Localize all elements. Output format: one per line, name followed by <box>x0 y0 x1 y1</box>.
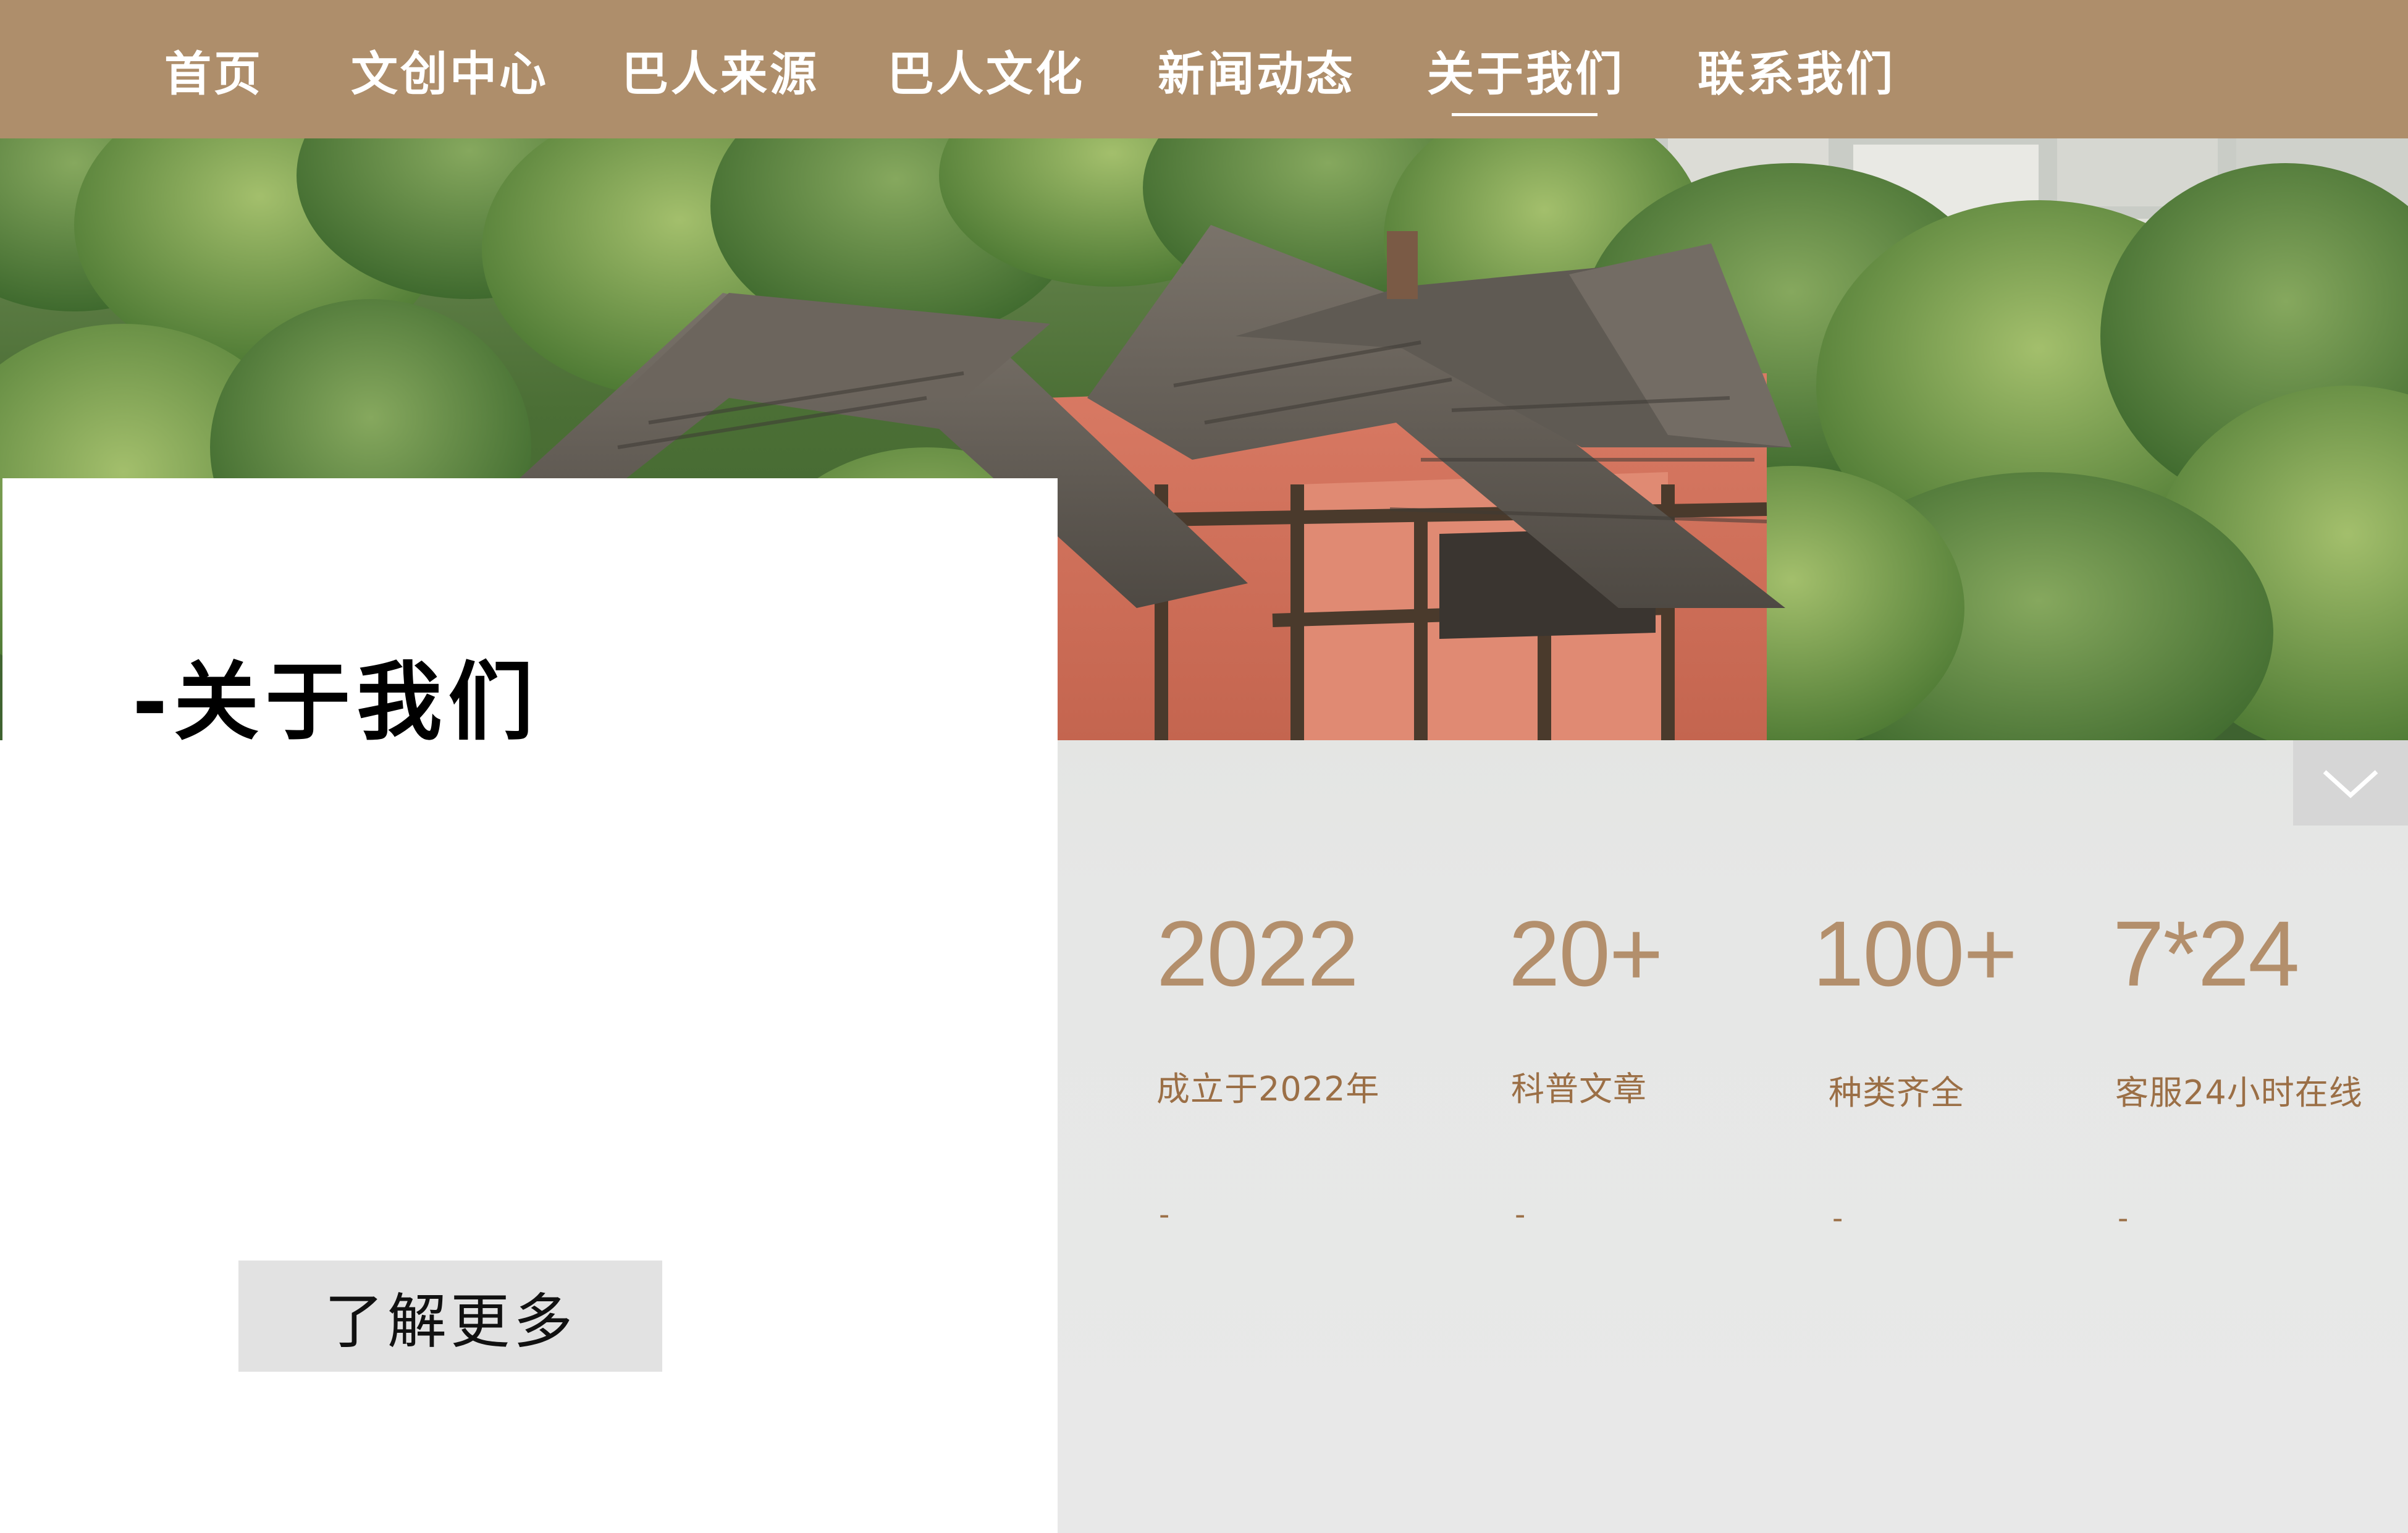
about-title: -关于我们 <box>132 652 540 752</box>
nav-item-contact-us[interactable]: 联系我们 <box>1698 36 1895 104</box>
stats-panel: 2022 成立于2022年 - 20+ 科普文章 - 100+ 种类齐全 - 7… <box>1058 740 2408 1533</box>
stat-label: 成立于2022年 <box>1156 1070 1380 1109</box>
stat-dash: - <box>1832 1201 1843 1236</box>
stat-dash: - <box>2118 1201 2129 1236</box>
stat-label: 科普文章 <box>1511 1070 1647 1109</box>
nav-item-bairen-origin[interactable]: 巴人来源 <box>621 36 819 104</box>
collapse-toggle[interactable] <box>2293 740 2408 826</box>
nav-item-bairen-culture[interactable]: 巴人文化 <box>887 36 1085 104</box>
stat-number: 2022 <box>1156 902 1359 1005</box>
stat-label: 种类齐全 <box>1829 1073 1964 1112</box>
stat-dash: - <box>1159 1197 1170 1232</box>
nav-item-home[interactable]: 首页 <box>164 36 263 104</box>
chevron-down-icon <box>2323 770 2378 798</box>
nav-item-about-us[interactable]: 关于我们 <box>1427 36 1625 116</box>
stat-number: 20+ <box>1509 902 1663 1005</box>
page: 首页 文创中心 巴人来源 巴人文化 新闻动态 关于我们 联系我们 -关于我们 了… <box>0 0 2408 1533</box>
top-nav: 首页 文创中心 巴人来源 巴人文化 新闻动态 关于我们 联系我们 <box>0 0 2408 138</box>
stat-label: 客服24小时在线 <box>2115 1073 2363 1112</box>
nav-item-creative-center[interactable]: 文创中心 <box>351 36 549 104</box>
stat-number: 7*24 <box>2113 902 2300 1005</box>
learn-more-button[interactable]: 了解更多 <box>238 1261 662 1372</box>
stat-dash: - <box>1515 1197 1526 1232</box>
stat-number: 100+ <box>1812 902 2018 1005</box>
about-card: -关于我们 了解更多 <box>2 478 1058 1533</box>
nav-item-news[interactable]: 新闻动态 <box>1158 36 1355 104</box>
